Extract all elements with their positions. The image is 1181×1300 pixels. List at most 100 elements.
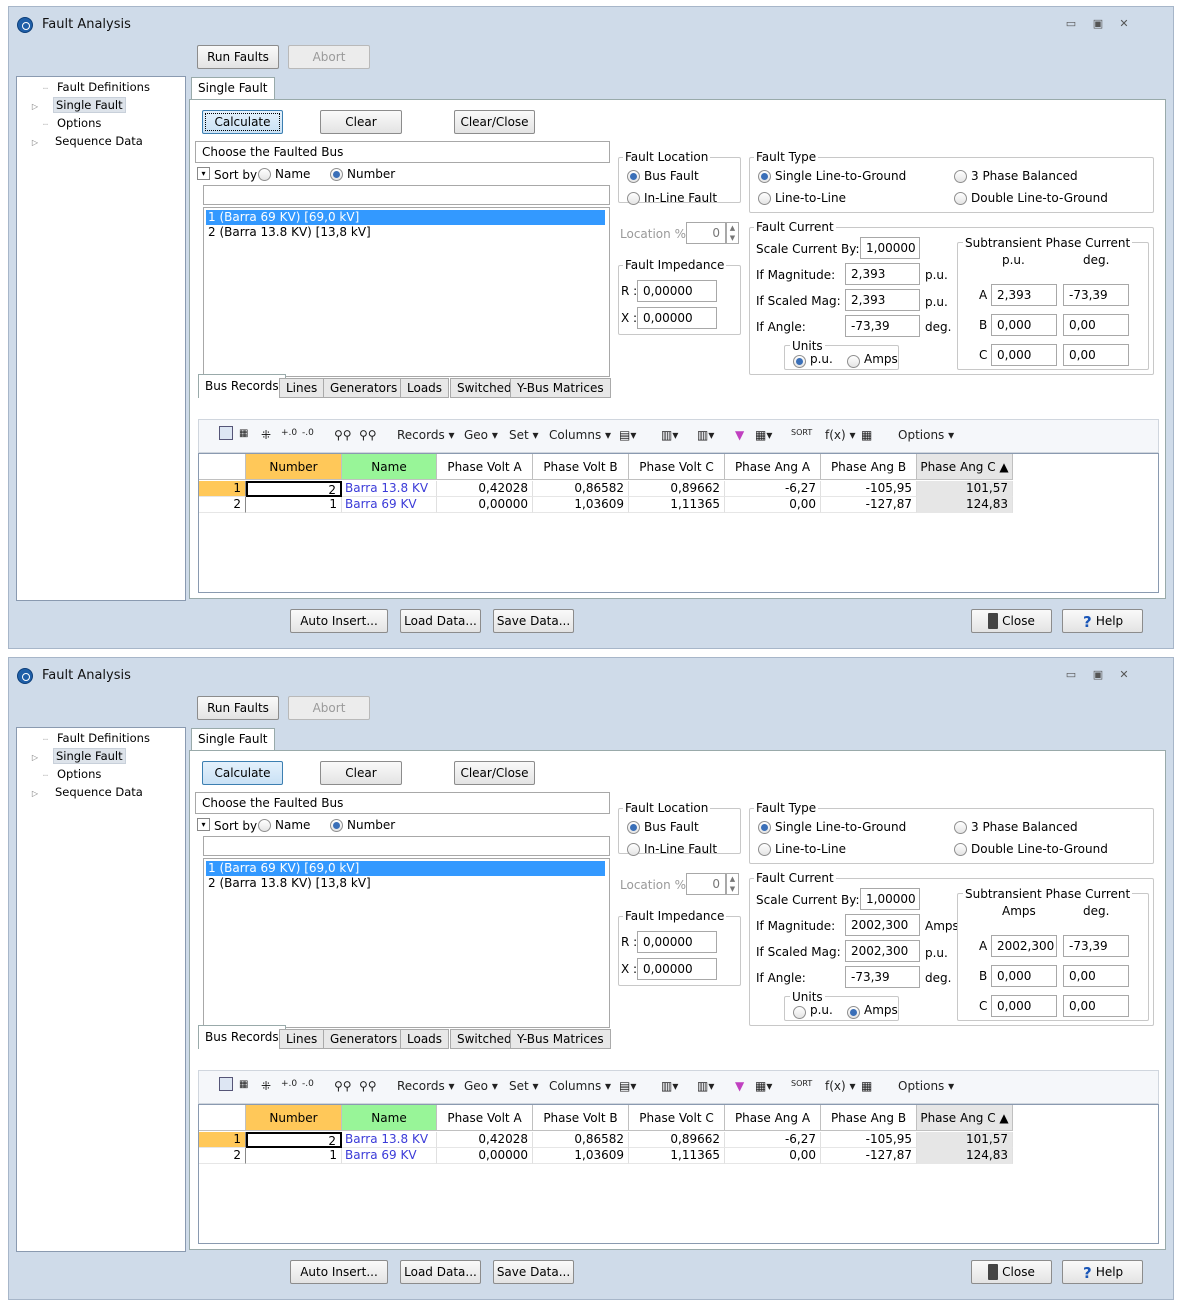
grid-cell-num[interactable]: 2 — [246, 1132, 342, 1148]
decimal-up-icon[interactable]: +.0 — [281, 1079, 297, 1089]
auto-insert-button[interactable]: Auto Insert... — [290, 1260, 388, 1284]
grid-cell-aa[interactable]: -6,27 — [725, 481, 821, 497]
maximize-window-icon[interactable]: ▣ — [1088, 668, 1108, 684]
bus-list-item[interactable]: 1 (Barra 69 KV) [69,0 kV] — [206, 210, 605, 225]
if-scaled-mag-field[interactable]: 2002,300 — [845, 940, 920, 962]
phase-b-magnitude[interactable]: 0,000 — [991, 314, 1057, 336]
expand-icon[interactable]: ▷ — [29, 750, 41, 766]
grid-cell-vc[interactable]: 0,89662 — [629, 1132, 725, 1148]
bus-list-item[interactable]: 2 (Barra 13.8 KV) [13,8 kV] — [206, 876, 371, 891]
sort-dropdown-icon[interactable]: ▾ — [197, 818, 210, 831]
grid-header-4[interactable]: Phase Volt C — [629, 454, 725, 480]
grid-cell-ab[interactable]: -105,95 — [821, 481, 917, 497]
grid-icon[interactable] — [219, 1077, 233, 1091]
line-to-line-radio[interactable]: Line-to-Line — [758, 841, 846, 857]
row-index[interactable]: 1 — [199, 481, 246, 497]
format-icon[interactable]: ▤▾ — [619, 1079, 636, 1093]
aux-export-icon[interactable]: ▥▾ — [661, 428, 678, 442]
abort-button[interactable]: Abort — [288, 45, 370, 69]
set-menu[interactable]: Set ▾ — [509, 428, 539, 442]
if-angle-field[interactable]: -73,39 — [845, 966, 920, 988]
abort-button[interactable]: Abort — [288, 696, 370, 720]
sort-number-radio[interactable]: Number — [330, 166, 395, 182]
if-angle-field[interactable]: -73,39 — [845, 315, 920, 337]
phase-b-angle[interactable]: 0,00 — [1063, 965, 1129, 987]
if-magnitude-field[interactable]: 2,393 — [845, 263, 920, 285]
sort-dropdown-icon[interactable]: ▾ — [197, 167, 210, 180]
load-data-button[interactable]: Load Data... — [400, 1260, 481, 1284]
tab-y-bus-matrices[interactable]: Y-Bus Matrices — [510, 378, 611, 398]
grid-header-6[interactable]: Phase Ang B — [821, 454, 917, 480]
sort-number-radio[interactable]: Number — [330, 817, 395, 833]
inline-fault-radio[interactable]: In-Line Fault — [627, 190, 717, 206]
r-field[interactable]: 0,00000 — [637, 280, 717, 302]
table-icon[interactable]: ▦ — [861, 428, 872, 442]
grid-cell-va[interactable]: 0,42028 — [437, 481, 533, 497]
decimal-down-icon[interactable]: -.0 — [302, 1079, 314, 1089]
format-icon[interactable]: ▤▾ — [619, 428, 636, 442]
tab-bus-records[interactable]: Bus Records — [198, 1025, 286, 1049]
grid-cell-ab[interactable]: -105,95 — [821, 1132, 917, 1148]
grid-cell-name[interactable]: Barra 13.8 KV — [342, 1132, 437, 1148]
minimize-window-icon[interactable]: ▭ — [1061, 668, 1081, 684]
if-magnitude-field[interactable]: 2002,300 — [845, 914, 920, 936]
clear-button[interactable]: Clear — [320, 110, 402, 134]
if-scaled-mag-field[interactable]: 2,393 — [845, 289, 920, 311]
opt-icon[interactable]: ▦ — [239, 428, 248, 439]
phase-a-angle[interactable]: -73,39 — [1063, 284, 1129, 306]
aux-import-icon[interactable]: ▥▾ — [697, 1079, 714, 1093]
grid-cell-name[interactable]: Barra 13.8 KV — [342, 481, 437, 497]
phase-b-angle[interactable]: 0,00 — [1063, 314, 1129, 336]
set-menu[interactable]: Set ▾ — [509, 1079, 539, 1093]
grid-cell-vc[interactable]: 1,11365 — [629, 497, 725, 513]
decimal-up-icon[interactable]: +.0 — [281, 428, 297, 438]
sort-icon[interactable]: SORT — [791, 1079, 812, 1088]
scale-current-field[interactable]: 1,00000 — [860, 237, 920, 259]
table-icon[interactable]: ▦ — [861, 1079, 872, 1093]
single-line-to-ground-radio[interactable]: Single Line-to-Ground — [758, 168, 906, 184]
close-window-icon[interactable]: ✕ — [1114, 17, 1134, 33]
clear-close-button[interactable]: Clear/Close — [454, 761, 535, 785]
sort-name-radio[interactable]: Name — [258, 166, 310, 182]
records-menu[interactable]: Records ▾ — [397, 1079, 455, 1093]
options-menu[interactable]: Options ▾ — [898, 428, 954, 442]
tree-item[interactable]: ▷ Sequence Data — [29, 784, 145, 800]
grid-cell-aa[interactable]: -6,27 — [725, 1132, 821, 1148]
units-pu-radio[interactable]: p.u. — [793, 353, 833, 368]
bus-list[interactable]: 1 (Barra 69 KV) [69,0 kV] 2 (Barra 13.8 … — [203, 858, 610, 1028]
auto-insert-button[interactable]: Auto Insert... — [290, 609, 388, 633]
maximize-window-icon[interactable]: ▣ — [1088, 17, 1108, 33]
location-percent-spinner[interactable]: 0 — [686, 873, 726, 895]
tree-item[interactable]: ┈ Options — [31, 115, 103, 131]
fx-menu[interactable]: f(x) ▾ — [825, 428, 856, 442]
split-icon[interactable]: ⁜ — [261, 428, 271, 442]
tab-single-fault[interactable]: Single Fault — [191, 728, 275, 751]
grid-cell-num[interactable]: 2 — [246, 481, 342, 497]
minimize-window-icon[interactable]: ▭ — [1061, 17, 1081, 33]
bus-fault-radio[interactable]: Bus Fault — [627, 168, 699, 184]
grid-icon[interactable] — [219, 426, 233, 440]
bus-list-item[interactable]: 2 (Barra 13.8 KV) [13,8 kV] — [206, 225, 371, 240]
geo-menu[interactable]: Geo ▾ — [464, 428, 498, 442]
three-phase-balanced-radio[interactable]: 3 Phase Balanced — [954, 819, 1078, 835]
bus-filter-input[interactable] — [203, 836, 610, 856]
sort-icon[interactable]: SORT — [791, 428, 812, 437]
grid-cell-ac[interactable]: 101,57 — [917, 481, 1013, 497]
spinner-arrows-icon[interactable]: ▲ ▼ — [726, 222, 739, 244]
options-menu[interactable]: Options ▾ — [898, 1079, 954, 1093]
tab-bus-records[interactable]: Bus Records — [198, 374, 286, 398]
calculate-button[interactable]: Calculate — [202, 110, 283, 134]
tree-item[interactable]: ┈ Fault Definitions — [31, 730, 152, 746]
fx-menu[interactable]: f(x) ▾ — [825, 1079, 856, 1093]
calculate-button[interactable]: Calculate — [202, 761, 283, 785]
tab-lines[interactable]: Lines — [279, 1029, 325, 1049]
run-faults-button[interactable]: Run Faults — [197, 696, 279, 720]
grid-header-5[interactable]: Phase Ang A — [725, 1105, 821, 1131]
grid-cell-ac[interactable]: 124,83 — [917, 1148, 1013, 1164]
grid-header-3[interactable]: Phase Volt B — [533, 454, 629, 480]
grid-header-2[interactable]: Phase Volt A — [437, 454, 533, 480]
tab-loads[interactable]: Loads — [400, 378, 450, 398]
grid-header-0[interactable]: Number — [246, 1105, 342, 1131]
tab-generators[interactable]: Generators — [323, 378, 405, 398]
grid-cell-aa[interactable]: 0,00 — [725, 497, 821, 513]
